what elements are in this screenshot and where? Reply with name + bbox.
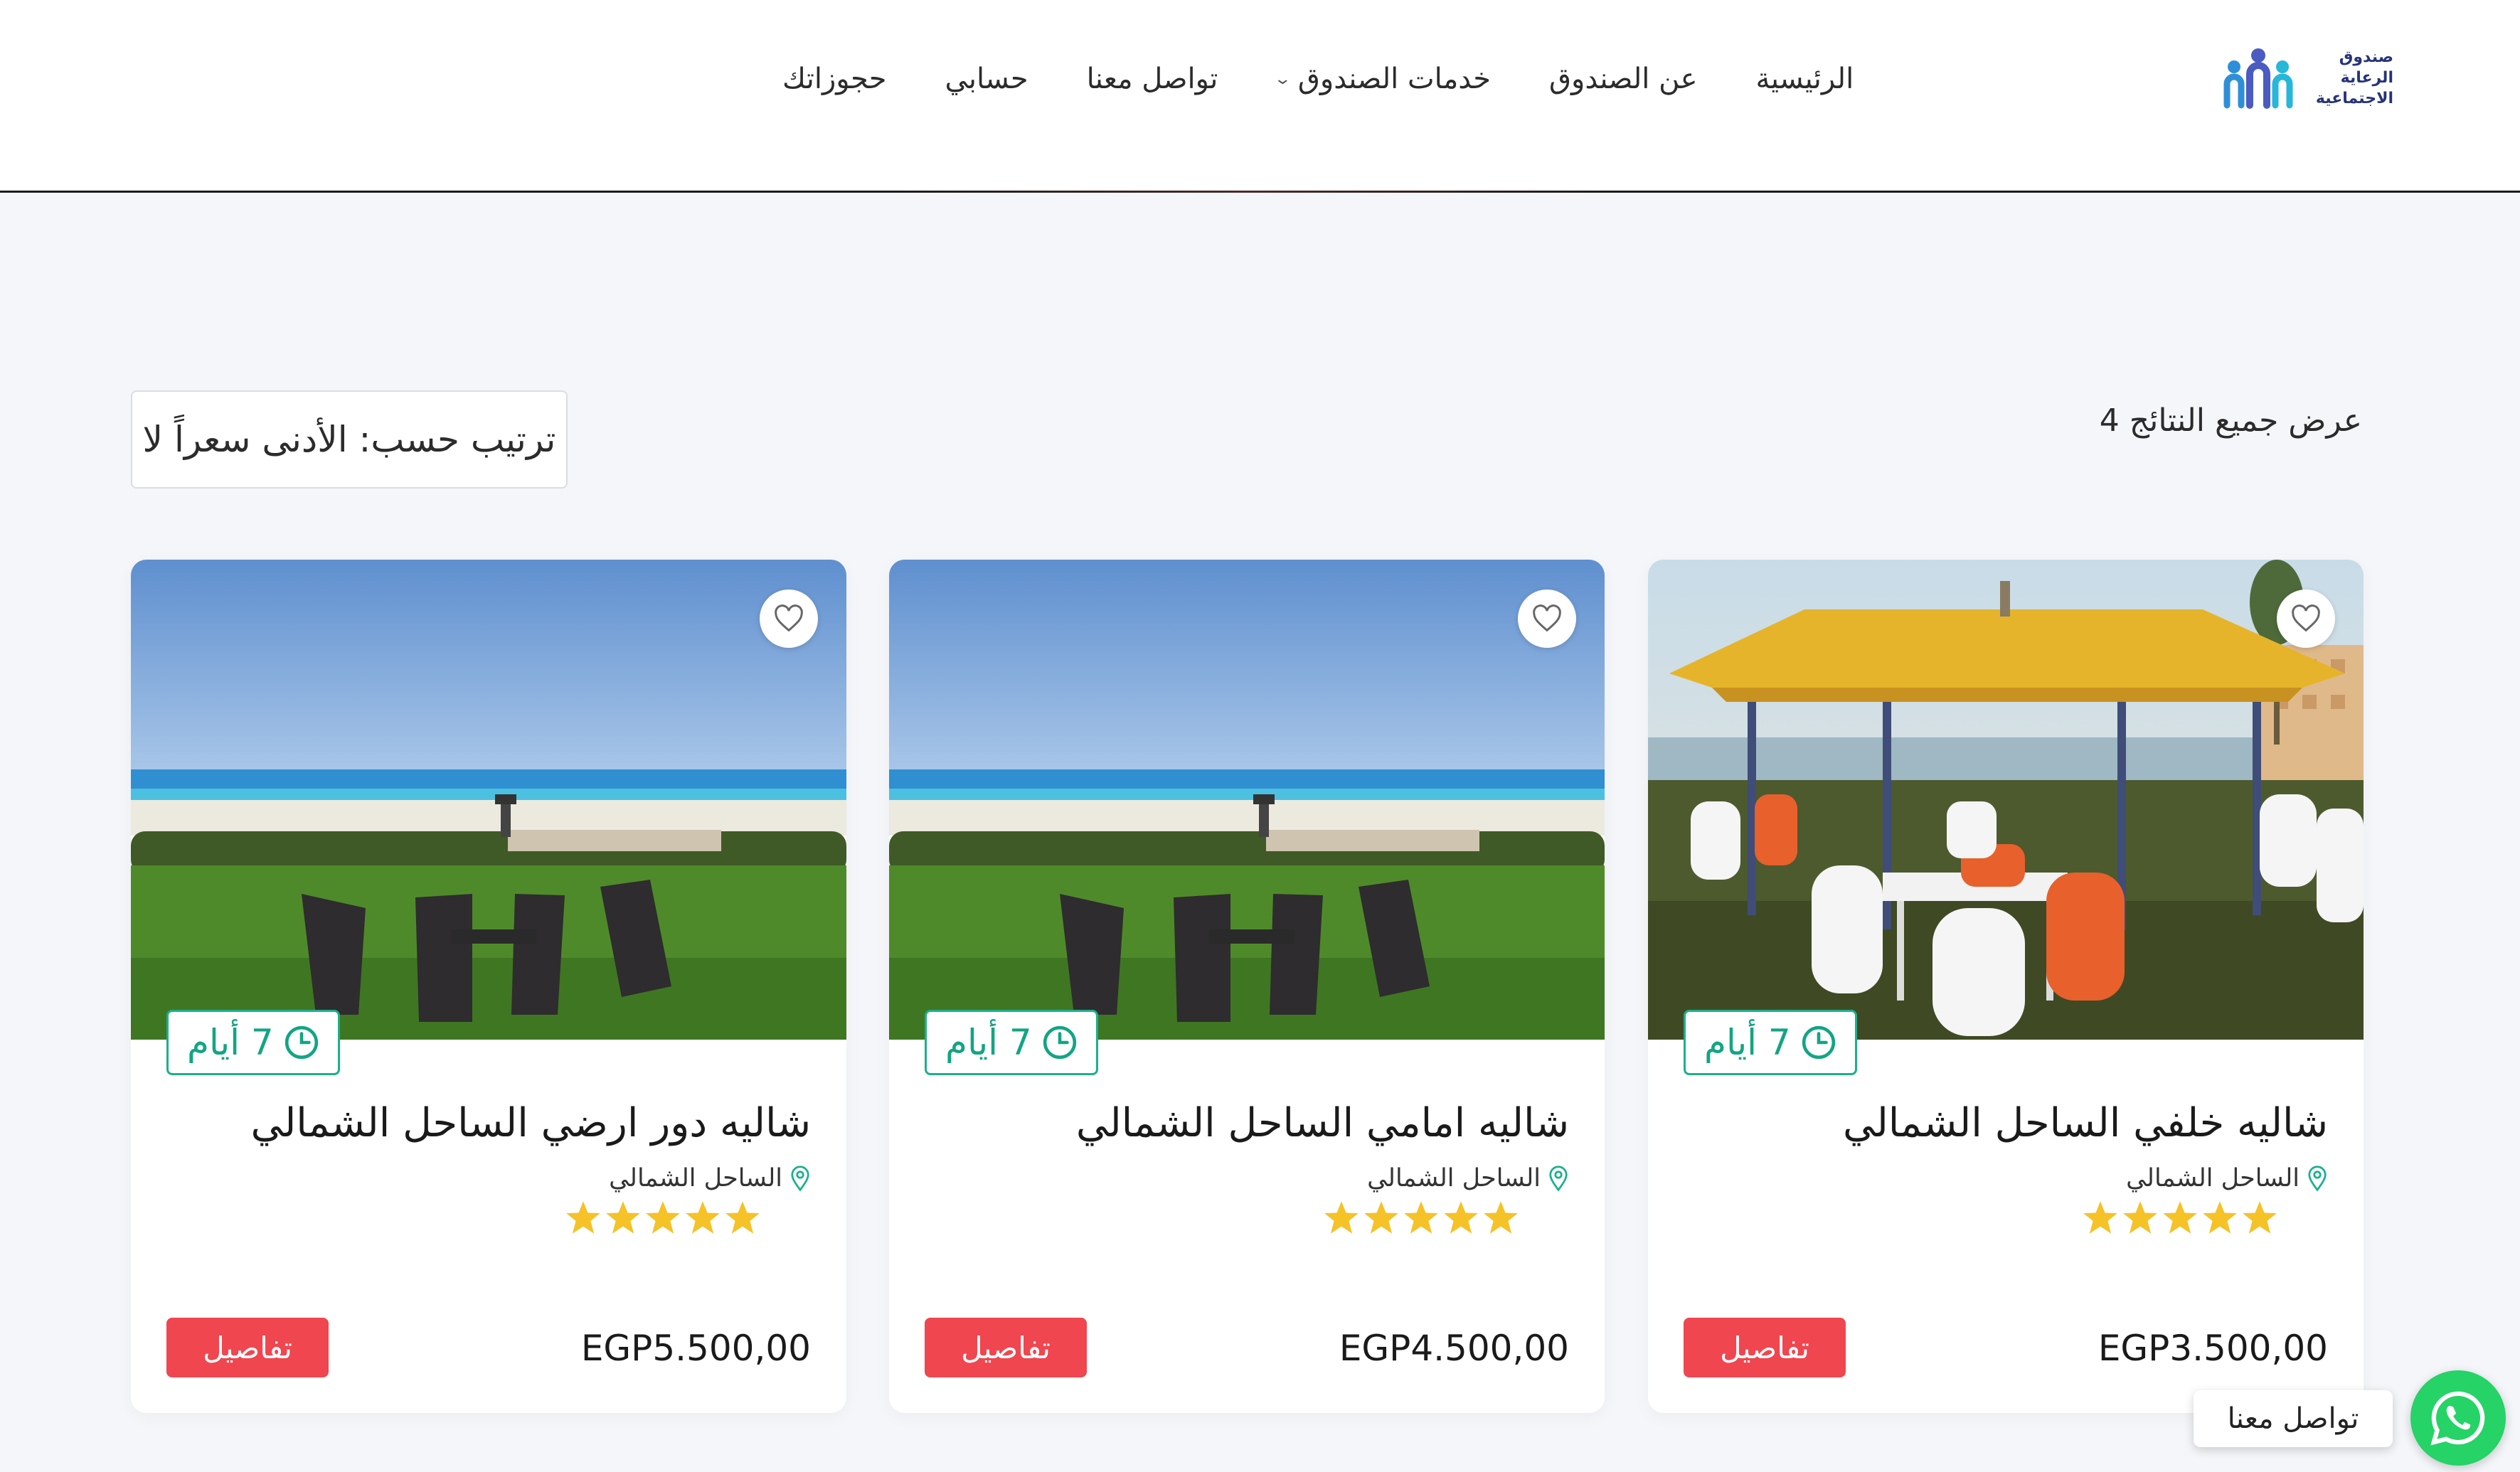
- nav-label: تواصل معنا: [1086, 63, 1218, 95]
- duration-text: 7 أيام: [945, 1022, 1032, 1063]
- beach-lawn-image: [889, 560, 1605, 1040]
- beach-lawn-image: [131, 560, 846, 1040]
- star-icon: [1323, 1200, 1360, 1235]
- star-icon: [605, 1200, 642, 1235]
- clock-icon: [1801, 1025, 1836, 1060]
- details-button[interactable]: تفاصيل: [1684, 1318, 1846, 1377]
- star-icon: [684, 1200, 721, 1235]
- map-pin-icon: [790, 1165, 811, 1192]
- card-location: الساحل الشمالي: [2126, 1164, 2328, 1193]
- nav-label: حجوزاتك: [782, 63, 887, 95]
- location-text: الساحل الشمالي: [1367, 1164, 1541, 1193]
- card-location: الساحل الشمالي: [1367, 1164, 1569, 1193]
- logo-text: صندوق الرعاية الاجتماعية: [2300, 47, 2393, 109]
- whatsapp-label-text: تواصل معنا: [2227, 1402, 2359, 1435]
- main-nav: حجوزاتك حسابي تواصل معنا خدمات الصندوق ⌄…: [782, 0, 1892, 158]
- nav-item-account[interactable]: حسابي: [945, 63, 1028, 95]
- star-icon: [2122, 1200, 2159, 1235]
- product-card: 7 أيام شاليه امامي الساحل الشمالي الساحل…: [889, 560, 1605, 1413]
- duration-text: 7 أيام: [187, 1022, 274, 1063]
- star-icon: [1442, 1200, 1479, 1235]
- nav-item-home[interactable]: الرئيسية: [1755, 63, 1854, 95]
- whatsapp-button[interactable]: [2410, 1370, 2506, 1466]
- card-title[interactable]: شاليه خلفي الساحل الشمالي: [1843, 1100, 2328, 1146]
- nav-item-reservations[interactable]: حجوزاتك: [782, 63, 886, 95]
- sort-label: ترتيب حسب: الأدنى سعراً لا: [142, 419, 556, 460]
- heart-icon: [2292, 604, 2320, 632]
- nav-label: عن الصندوق: [1549, 63, 1698, 95]
- duration-badge: 7 أيام: [166, 1010, 340, 1075]
- star-icon: [2201, 1200, 2238, 1235]
- chevron-down-icon: ⌄: [1273, 70, 1292, 88]
- card-price: EGP3.500,00: [2098, 1328, 2328, 1369]
- logo-figures-icon: [2223, 48, 2293, 109]
- star-icon: [724, 1200, 761, 1235]
- gazebo-image: [1648, 560, 2364, 1040]
- favorite-button[interactable]: [760, 590, 818, 648]
- details-button[interactable]: تفاصيل: [166, 1318, 329, 1377]
- card-image[interactable]: [131, 560, 846, 1040]
- sort-select[interactable]: ترتيب حسب: الأدنى سعراً لا: [131, 390, 568, 489]
- logo-line-2: الرعاية: [2340, 69, 2393, 87]
- product-card: 7 أيام شاليه دور ارضي الساحل الشمالي الس…: [131, 560, 846, 1413]
- card-price: EGP4.500,00: [1339, 1328, 1569, 1369]
- heart-icon: [1533, 604, 1561, 632]
- clock-icon: [1042, 1025, 1078, 1060]
- star-rating: [1323, 1200, 1522, 1235]
- duration-badge: 7 أيام: [1684, 1010, 1857, 1075]
- logo-line-3: الاجتماعية: [2315, 90, 2393, 107]
- star-icon: [644, 1200, 681, 1235]
- star-icon: [2162, 1200, 2199, 1235]
- map-pin-icon: [2307, 1165, 2328, 1192]
- heart-icon: [775, 604, 803, 632]
- card-image[interactable]: [1648, 560, 2364, 1040]
- product-card: 7 أيام شاليه خلفي الساحل الشمالي الساحل …: [1648, 560, 2364, 1413]
- location-text: الساحل الشمالي: [609, 1164, 782, 1193]
- star-icon: [2241, 1200, 2278, 1235]
- star-rating: [2082, 1200, 2281, 1235]
- star-icon: [2082, 1200, 2119, 1235]
- star-icon: [565, 1200, 602, 1235]
- logo-line-1: صندوق: [2339, 48, 2393, 66]
- header-band: [0, 158, 2520, 191]
- duration-text: 7 أيام: [1704, 1022, 1791, 1063]
- results-count: عرض جميع النتائج 4: [2099, 402, 2362, 439]
- nav-label: حسابي: [945, 63, 1028, 95]
- star-icon: [1403, 1200, 1440, 1235]
- nav-item-fund-services[interactable]: خدمات الصندوق ⌄: [1273, 63, 1491, 95]
- whatsapp-label[interactable]: تواصل معنا: [2194, 1390, 2393, 1447]
- site-logo[interactable]: صندوق الرعاية الاجتماعية: [2223, 43, 2393, 114]
- header-divider-accent: [896, 191, 1607, 193]
- nav-label: الرئيسية: [1755, 63, 1854, 95]
- whatsapp-icon: [2430, 1391, 2485, 1446]
- nav-label: خدمات الصندوق: [1297, 63, 1491, 95]
- clock-icon: [284, 1025, 319, 1060]
- star-rating: [565, 1200, 764, 1235]
- card-title[interactable]: شاليه امامي الساحل الشمالي: [1076, 1100, 1569, 1146]
- favorite-button[interactable]: [2277, 590, 2335, 648]
- card-title[interactable]: شاليه دور ارضي الساحل الشمالي: [251, 1100, 811, 1146]
- star-icon: [1482, 1200, 1519, 1235]
- map-pin-icon: [1548, 1165, 1569, 1192]
- details-button[interactable]: تفاصيل: [925, 1318, 1087, 1377]
- card-image[interactable]: [889, 560, 1605, 1040]
- location-text: الساحل الشمالي: [2126, 1164, 2300, 1193]
- duration-badge: 7 أيام: [925, 1010, 1098, 1075]
- star-icon: [1363, 1200, 1400, 1235]
- card-location: الساحل الشمالي: [609, 1164, 811, 1193]
- nav-item-contact[interactable]: تواصل معنا: [1087, 63, 1218, 95]
- favorite-button[interactable]: [1518, 590, 1576, 648]
- card-price: EGP5.500,00: [580, 1328, 811, 1369]
- site-header: صندوق الرعاية الاجتماعية حجوزاتك حسابي ت…: [0, 0, 2520, 158]
- nav-item-about[interactable]: عن الصندوق: [1549, 63, 1697, 95]
